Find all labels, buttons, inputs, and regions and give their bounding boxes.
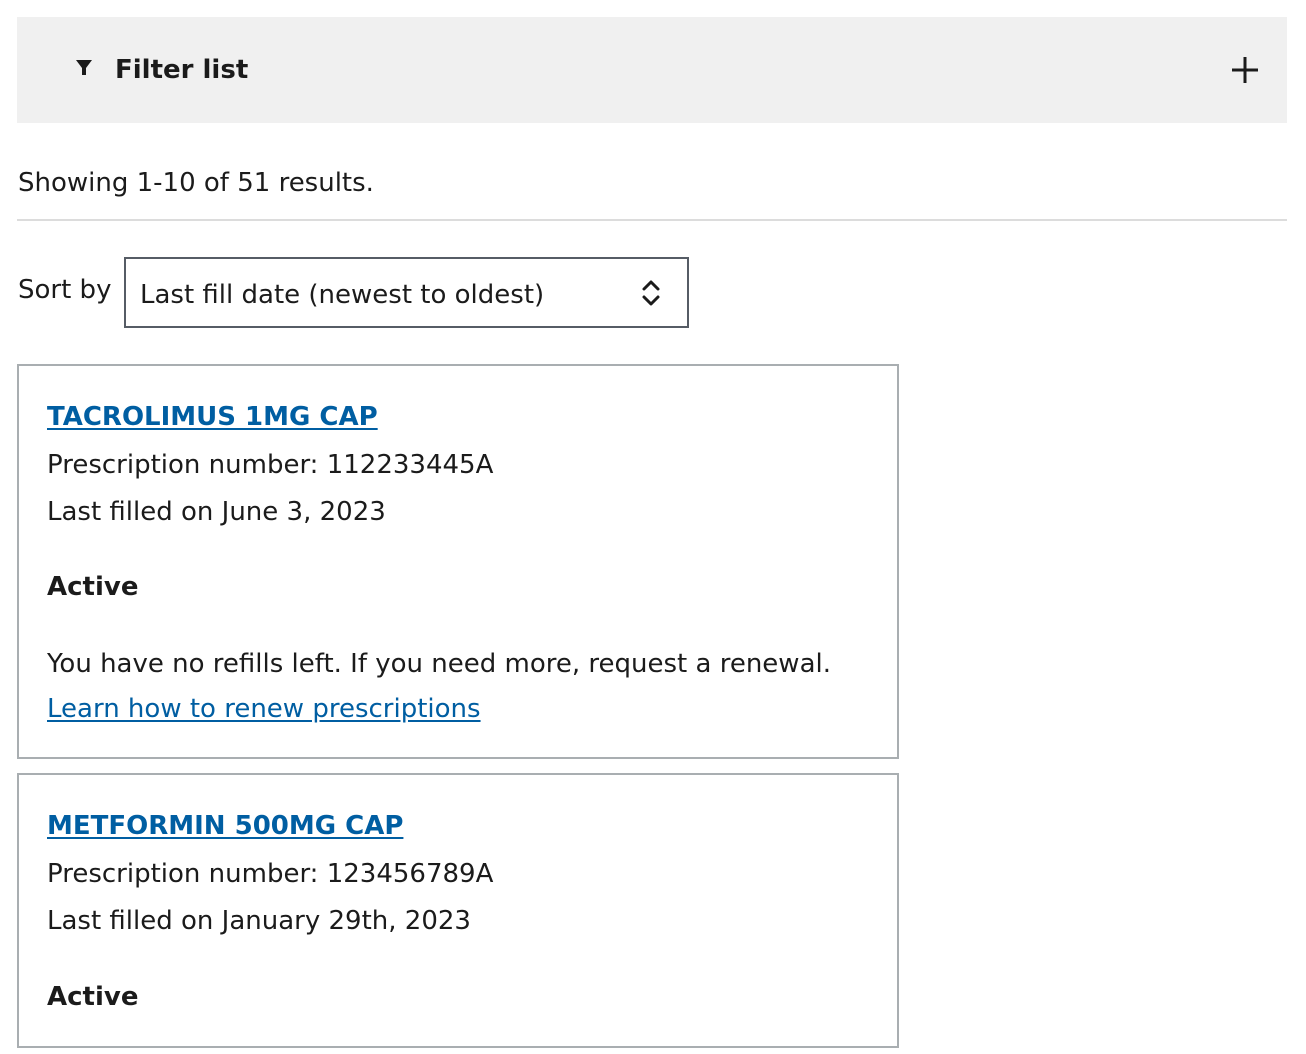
prescription-number: Prescription number: 123456789A: [47, 859, 494, 889]
prescription-number: Prescription number: 112233445A: [47, 450, 494, 480]
sort-selected-value: Last fill date (newest to oldest): [140, 280, 545, 310]
last-filled-date: Last filled on June 3, 2023: [47, 497, 386, 527]
results-summary: Showing 1-10 of 51 results.: [18, 168, 374, 198]
updown-chevron-icon: [642, 280, 660, 306]
plus-icon[interactable]: [1230, 55, 1260, 85]
prescription-name-link[interactable]: METFORMIN 500MG CAP: [47, 813, 403, 839]
last-filled-date: Last filled on January 29th, 2023: [47, 906, 471, 936]
filter-icon: [76, 60, 92, 75]
refill-message: You have no refills left. If you need mo…: [47, 649, 831, 679]
prescription-card: TACROLIMUS 1MG CAP Prescription number: …: [17, 364, 899, 759]
filter-list-toggle[interactable]: Filter list: [17, 17, 1287, 123]
prescription-name-link[interactable]: TACROLIMUS 1MG CAP: [47, 404, 378, 430]
learn-renew-link[interactable]: Learn how to renew prescriptions: [47, 696, 481, 722]
filter-list-title: Filter list: [115, 55, 249, 85]
sort-select[interactable]: Last fill date (newest to oldest): [124, 257, 689, 328]
divider: [17, 219, 1287, 221]
status-label: Active: [47, 982, 139, 1012]
status-label: Active: [47, 572, 139, 602]
prescription-card: METFORMIN 500MG CAP Prescription number:…: [17, 773, 899, 1048]
sort-label: Sort by: [18, 275, 112, 305]
